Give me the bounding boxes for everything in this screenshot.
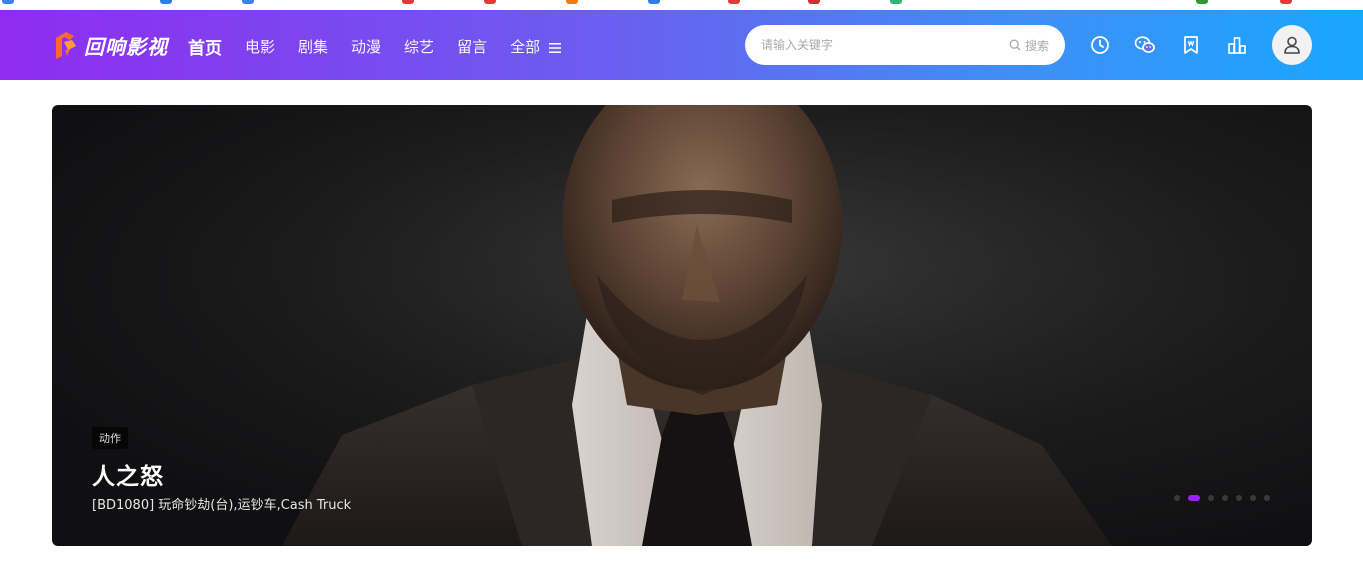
bookmark-icon	[1184, 36, 1198, 54]
wechat-icon	[1134, 36, 1155, 53]
carousel-dot[interactable]	[1222, 495, 1228, 501]
site-logo[interactable]: 回响影视	[52, 29, 168, 61]
logo-text: 回响影视	[84, 34, 168, 59]
user-icon	[1284, 36, 1300, 54]
nav-item-anime[interactable]: 动漫	[351, 36, 381, 57]
wechat-button[interactable]	[1134, 34, 1156, 56]
nav-item-variety[interactable]: 综艺	[404, 36, 434, 57]
nav-item-guestbook[interactable]: 留言	[457, 36, 487, 57]
carousel-dot[interactable]	[1174, 495, 1180, 501]
carousel-dot[interactable]	[1236, 495, 1242, 501]
browser-bookmark-strip	[0, 0, 1363, 10]
search-button[interactable]: 搜索	[1009, 37, 1049, 54]
ranking-button[interactable]	[1226, 34, 1248, 56]
user-avatar-button[interactable]	[1272, 25, 1312, 65]
nav-item-home[interactable]: 首页	[188, 34, 222, 59]
main-nav: 首页 电影 剧集 动漫 综艺 留言 全部	[188, 34, 585, 59]
hero-banner[interactable]: 动作 人之怒 [BD1080] 玩命钞劫(台),运钞车,Cash Truck	[52, 105, 1312, 546]
search-button-label: 搜索	[1024, 38, 1049, 53]
carousel-dot[interactable]	[1250, 495, 1256, 501]
search-icon	[1009, 39, 1021, 51]
nav-item-all-label: 全部	[510, 38, 541, 56]
site-header: 回响影视 首页 电影 剧集 动漫 综艺 留言 全部 搜索	[0, 10, 1363, 80]
search-input[interactable]	[759, 37, 1009, 53]
movie-subtitle: [BD1080] 玩命钞劫(台),运钞车,Cash Truck	[92, 498, 352, 513]
bookmark-button[interactable]	[1180, 34, 1202, 56]
banner-caption: 动作 人之怒 [BD1080] 玩命钞劫(台),运钞车,Cash Truck	[92, 427, 351, 513]
history-icon	[1091, 36, 1109, 54]
menu-icon	[548, 42, 561, 53]
genre-tag[interactable]: 动作	[92, 427, 128, 449]
search-box: 搜索	[745, 25, 1065, 65]
nav-item-series[interactable]: 剧集	[298, 36, 328, 57]
movie-title[interactable]: 人之怒	[92, 457, 351, 491]
carousel-dot[interactable]	[1264, 495, 1270, 501]
carousel-dots	[1174, 495, 1278, 501]
nav-item-all[interactable]: 全部	[510, 36, 562, 57]
carousel-dot-active[interactable]	[1188, 495, 1200, 501]
logo-icon	[56, 32, 76, 59]
nav-item-movies[interactable]: 电影	[245, 36, 275, 57]
carousel-dot[interactable]	[1208, 495, 1214, 501]
ranking-icon	[1228, 37, 1246, 54]
history-button[interactable]	[1089, 34, 1111, 56]
